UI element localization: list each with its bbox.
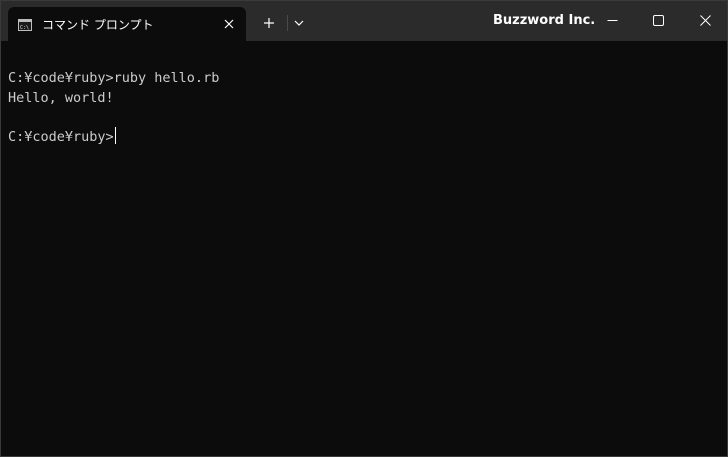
text-cursor [114, 127, 116, 144]
terminal-line: Hello, world! [8, 90, 114, 106]
terminal-window: C:\ コマンド プロンプト Buzzword Inc. C:¥code¥rub… [0, 0, 728, 457]
tab-separator [287, 15, 288, 31]
minimize-button[interactable] [589, 0, 635, 41]
terminal-line: C:¥code¥ruby>ruby hello.rb [8, 70, 220, 86]
terminal-prompt-line: C:¥code¥ruby> [8, 127, 116, 147]
maximize-icon [652, 15, 664, 26]
terminal-prompt: C:¥code¥ruby> [8, 129, 114, 145]
minimize-icon [607, 20, 617, 21]
tab-command-prompt[interactable]: C:\ コマンド プロンプト [8, 7, 246, 41]
new-tab-button[interactable] [259, 13, 279, 33]
tab-title: コマンド プロンプト [42, 18, 154, 32]
close-window-button[interactable] [682, 0, 728, 41]
tab-dropdown-button[interactable] [291, 15, 307, 31]
tab-close-button[interactable] [219, 14, 239, 34]
close-icon [699, 15, 711, 26]
svg-text:C:\: C:\ [20, 25, 29, 31]
title-bar[interactable]: C:\ コマンド プロンプト Buzzword Inc. [0, 0, 728, 41]
maximize-button[interactable] [635, 0, 681, 41]
window-title: Buzzword Inc. [493, 13, 596, 28]
chevron-down-icon [294, 20, 304, 26]
close-icon [224, 19, 234, 29]
terminal-output[interactable]: C:¥code¥ruby>ruby hello.rb Hello, world!… [0, 41, 728, 457]
plus-icon [264, 18, 274, 28]
command-prompt-icon: C:\ [18, 18, 32, 31]
